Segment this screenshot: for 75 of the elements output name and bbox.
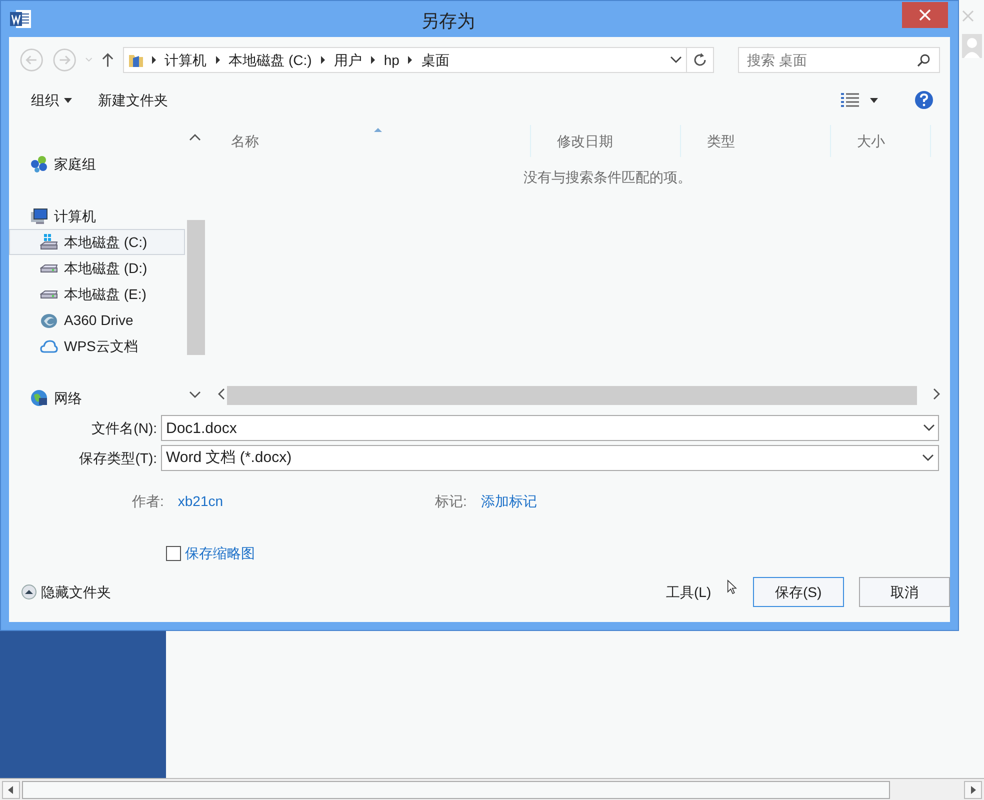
- scroll-thumb[interactable]: [187, 220, 205, 355]
- scroll-left-icon[interactable]: [217, 388, 225, 400]
- scroll-right-icon[interactable]: [933, 388, 941, 400]
- sidebar-item[interactable]: 本地磁盘 (C:): [9, 229, 185, 255]
- list-view-icon: [840, 92, 860, 108]
- field-label: 标记:: [435, 492, 467, 510]
- sidebar-item[interactable]: 家庭组: [9, 151, 185, 177]
- dropdown-icon: [922, 454, 934, 462]
- scroll-thumb[interactable]: [22, 780, 890, 798]
- breadcrumb-item[interactable]: 本地磁盘 (C:): [228, 50, 313, 70]
- field-label: 作者:: [132, 492, 164, 510]
- sidebar-item[interactable]: 网络: [9, 385, 185, 411]
- column-header[interactable]: 名称: [231, 130, 259, 152]
- field-label: 文件名(N):: [90, 418, 158, 438]
- checkbox[interactable]: [166, 546, 181, 561]
- scroll-thumb[interactable]: [227, 386, 917, 405]
- breadcrumb-item[interactable]: hp: [382, 50, 400, 70]
- scroll-up-icon[interactable]: [189, 133, 201, 141]
- scroll-right-icon[interactable]: [964, 780, 982, 798]
- add-tags-link[interactable]: 添加标记: [480, 490, 537, 512]
- collapse-icon: [21, 584, 37, 600]
- scroll-left-icon[interactable]: [2, 780, 20, 798]
- close-button[interactable]: [902, 2, 948, 28]
- file-name-field[interactable]: Doc1.docx: [161, 415, 939, 441]
- cloud-icon: [40, 337, 58, 355]
- help-icon[interactable]: [914, 90, 934, 110]
- homegroup-icon: [30, 155, 48, 173]
- tools-menu[interactable]: 工具(L): [666, 582, 712, 602]
- refresh-icon: [692, 52, 708, 68]
- field-label: 保存类型(T):: [78, 448, 158, 468]
- sidebar-item[interactable]: 本地磁盘 (D:): [9, 255, 185, 281]
- column-header[interactable]: 修改日期: [557, 130, 613, 152]
- refresh-button[interactable]: [686, 47, 714, 73]
- search-input: 搜索 桌面: [746, 50, 917, 70]
- view-menu[interactable]: [840, 92, 878, 108]
- swirl-icon: [40, 311, 58, 329]
- organize-menu[interactable]: 组织: [31, 90, 72, 110]
- hide-folders-toggle[interactable]: 隐藏文件夹: [21, 582, 111, 602]
- close-icon: [919, 9, 931, 21]
- drive-icon: [40, 264, 58, 272]
- address-bar[interactable]: 计算机 本地磁盘 (C:) 用户 hp 桌面: [122, 47, 687, 73]
- globe-icon: [30, 389, 48, 407]
- drive-icon: [40, 290, 58, 298]
- new-folder-button[interactable]: 新建文件夹: [98, 90, 168, 110]
- search-icon: [916, 53, 931, 67]
- breadcrumb-item[interactable]: 用户: [332, 50, 363, 70]
- thumbnail-checkbox[interactable]: 保存缩略图: [166, 543, 950, 564]
- breadcrumb-item[interactable]: 计算机: [164, 50, 208, 70]
- sidebar-item[interactable]: WPS云文档: [9, 333, 185, 359]
- sort-arrow-icon: [373, 127, 383, 133]
- dropdown-icon[interactable]: [670, 56, 682, 64]
- breadcrumb-item[interactable]: 桌面: [420, 50, 450, 70]
- sidebar-item[interactable]: 计算机: [9, 203, 185, 229]
- sidebar-item[interactable]: A360 Drive: [9, 307, 185, 333]
- drive-icon: [40, 233, 58, 251]
- file-type-dropdown[interactable]: Word 文档 (*.docx): [161, 445, 939, 471]
- search-field[interactable]: 搜索 桌面: [738, 47, 940, 73]
- sidebar-item[interactable]: 本地磁盘 (E:): [9, 281, 185, 307]
- up-arrow-icon[interactable]: [101, 52, 115, 68]
- save-button[interactable]: 保存(S): [752, 577, 844, 607]
- author-link[interactable]: xb21cn: [178, 490, 224, 512]
- word-icon: [10, 9, 32, 29]
- scroll-down-icon[interactable]: [189, 391, 201, 399]
- cursor-icon: [727, 578, 737, 596]
- horizontal-scrollbar[interactable]: [0, 778, 984, 800]
- window-title: 另存为: [421, 10, 475, 33]
- dropdown-icon[interactable]: [923, 424, 935, 432]
- empty-message: 没有与搜索条件匹配的项。: [522, 168, 692, 187]
- caret-icon: [64, 98, 72, 102]
- caret-icon: [870, 98, 878, 102]
- cancel-button[interactable]: 取消: [858, 577, 950, 607]
- column-header[interactable]: 大小: [857, 130, 885, 152]
- column-header[interactable]: 类型: [707, 130, 735, 152]
- folder-icon: [128, 52, 144, 68]
- computer-icon: [30, 207, 48, 225]
